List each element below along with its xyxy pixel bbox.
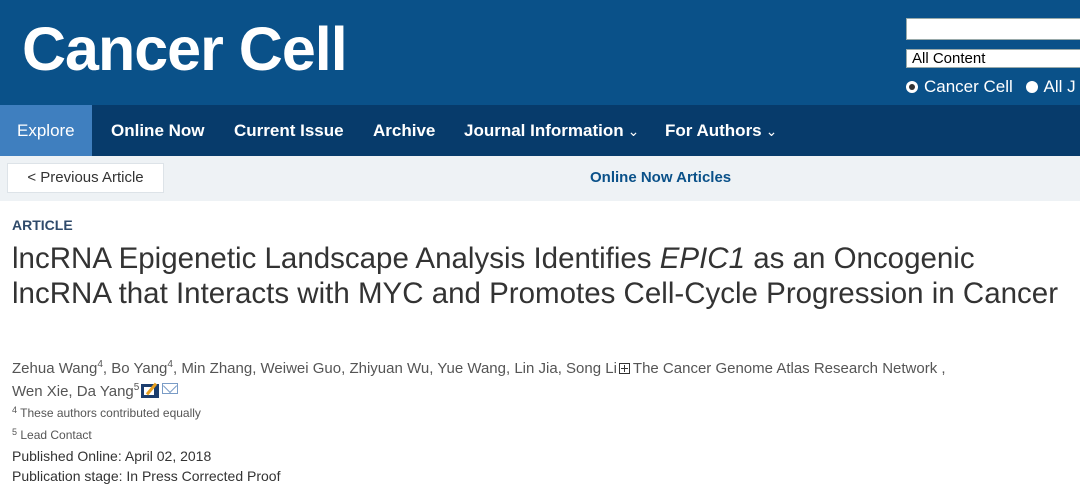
- publication-stage: Publication stage: In Press Corrected Pr…: [12, 468, 281, 484]
- title-gene-name: EPIC1: [659, 242, 746, 275]
- radio-all-journals[interactable]: [1025, 81, 1038, 93]
- footnote-text: Lead Contact: [20, 428, 92, 442]
- footnote-lead-contact: 5 Lead Contact: [12, 427, 92, 443]
- nav-for-authors-label: For Authors: [665, 121, 762, 140]
- radio-cancer-cell[interactable]: [906, 81, 918, 93]
- nav-for-authors[interactable]: For Authors ⌄: [665, 105, 777, 156]
- contact-card-icon[interactable]: [141, 384, 160, 398]
- search-scope-radios: Cancer Cell All J: [906, 77, 1080, 97]
- footnote-equal-contribution: 4 These authors contributed equally: [12, 405, 201, 421]
- search-scope-select[interactable]: All Content: [906, 49, 1080, 68]
- nav-archive[interactable]: Archive: [373, 105, 435, 156]
- nav-explore[interactable]: Explore: [0, 105, 92, 156]
- author-link[interactable]: Min Zhang: [181, 360, 252, 377]
- search-input[interactable]: [906, 18, 1080, 40]
- mail-icon[interactable]: [162, 383, 179, 394]
- author-link[interactable]: Yue Wang: [437, 360, 506, 377]
- author-footnote-ref: 5: [133, 382, 140, 393]
- author-link[interactable]: Bo Yang: [111, 360, 167, 377]
- author-link[interactable]: Weiwei Guo: [261, 360, 342, 377]
- nav-current-issue[interactable]: Current Issue: [234, 105, 344, 156]
- footnote-marker: 5: [12, 427, 18, 437]
- title-part-1: lncRNA Epigenetic Landscape Analysis Ide…: [12, 242, 660, 275]
- author-link[interactable]: Zehua Wang: [12, 360, 97, 377]
- consortium-link[interactable]: The Cancer Genome Atlas Research Network…: [633, 360, 946, 377]
- author-link[interactable]: Wen Xie: [12, 383, 68, 400]
- radio-label-cancer-cell: Cancer Cell: [924, 77, 1013, 96]
- journal-logo[interactable]: Cancer Cell: [22, 12, 348, 86]
- nav-online-now[interactable]: Online Now: [111, 105, 205, 156]
- article-type-label: ARTICLE: [12, 217, 73, 233]
- online-now-articles-link[interactable]: Online Now Articles: [590, 168, 731, 188]
- published-online-date: Published Online: April 02, 2018: [12, 448, 212, 464]
- author-link[interactable]: Zhiyuan Wu: [349, 360, 429, 377]
- author-footnote-ref: 4: [167, 359, 173, 370]
- radio-label-all-journals: All J: [1043, 77, 1076, 96]
- main-nav: Explore Online Now Current Issue Archive…: [0, 105, 1080, 156]
- author-footnote-ref: 4: [97, 359, 103, 370]
- expand-plus-icon[interactable]: [618, 363, 630, 374]
- footnote-text: These authors contributed equally: [20, 406, 201, 420]
- nav-journal-information-label: Journal Information: [464, 121, 624, 140]
- article-title: lncRNA Epigenetic Landscape Analysis Ide…: [12, 241, 1077, 311]
- nav-journal-information[interactable]: Journal Information ⌄: [464, 105, 639, 156]
- site-header: Cancer Cell All Content Cancer Cell All …: [0, 0, 1080, 105]
- previous-article-button[interactable]: < Previous Article: [7, 163, 164, 193]
- footnote-marker: 4: [12, 405, 18, 415]
- author-link[interactable]: Lin Jia: [514, 360, 557, 377]
- chevron-down-icon: ⌄: [627, 123, 640, 139]
- chevron-down-icon: ⌄: [765, 123, 778, 139]
- author-link[interactable]: Song Li: [566, 360, 617, 377]
- author-link[interactable]: Da Yang: [77, 383, 134, 400]
- author-list: Zehua Wang4, Bo Yang4, Min Zhang, Weiwei…: [12, 359, 946, 401]
